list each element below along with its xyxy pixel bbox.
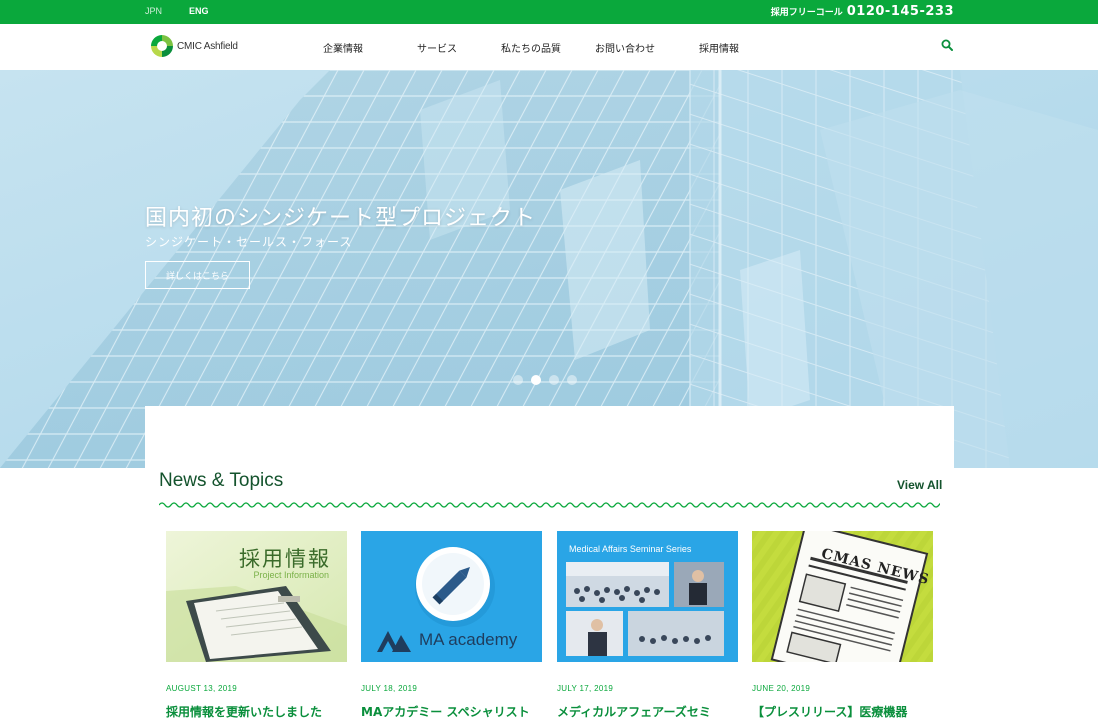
news-title-2[interactable]: MAアカデミー スペシャリスト	[361, 703, 530, 720]
news-date-4: JUNE 20, 2019	[752, 684, 811, 693]
news-heading: News & Topics	[159, 470, 284, 491]
freecall-number[interactable]: 0120-145-233	[847, 4, 954, 19]
news-date-1: AUGUST 13, 2019	[166, 684, 238, 693]
carousel-dot-2[interactable]	[531, 375, 541, 385]
main-navbar: CMIC Ashfield 企業情報 サービス 私たちの品質 お問い合わせ 採用…	[0, 24, 1098, 70]
news-thumb-2[interactable]: MA academy	[361, 531, 542, 662]
thumb3-title: Medical Affairs Seminar Series	[569, 544, 692, 554]
thumb1-title: 採用情報	[239, 547, 331, 571]
nav-item-recruit[interactable]: 採用情報	[699, 40, 739, 55]
news-date-2: JULY 18, 2019	[361, 684, 418, 693]
lang-eng-link[interactable]: ENG	[189, 6, 209, 16]
nav-item-quality[interactable]: 私たちの品質	[501, 40, 561, 55]
news-thumb-1[interactable]: 採用情報 Project Information	[166, 531, 347, 662]
nav-item-company[interactable]: 企業情報	[323, 40, 363, 55]
hero-details-button[interactable]: 詳しくはこちら	[145, 261, 250, 289]
lang-jpn-link[interactable]: JPN	[145, 6, 162, 16]
logo[interactable]: CMIC Ashfield	[151, 35, 238, 57]
hero-title: 国内初のシンジケート型プロジェクト	[145, 206, 537, 231]
news-card-4[interactable]: CMAS NEWS	[752, 531, 933, 662]
carousel-dot-4[interactable]	[567, 375, 577, 385]
logo-text: CMIC Ashfield	[177, 40, 238, 52]
thumb1-subtitle: Project Information	[253, 570, 329, 580]
freecall[interactable]: 採用フリーコール 0120-145-233	[771, 4, 954, 19]
news-title-4[interactable]: 【プレスリリース】医療機器	[752, 703, 907, 720]
search-icon[interactable]	[941, 39, 953, 51]
nav-item-services[interactable]: サービス	[417, 40, 457, 55]
view-all-link[interactable]: View All	[897, 478, 942, 492]
logo-mark-icon	[151, 35, 173, 57]
news-card-3[interactable]: Medical Affairs Seminar Series	[557, 531, 738, 662]
wave-divider	[159, 502, 940, 508]
carousel-dots	[513, 375, 577, 385]
news-title-1[interactable]: 採用情報を更新いたしました	[166, 703, 322, 720]
carousel-dot-1[interactable]	[513, 375, 523, 385]
news-date-3: JULY 17, 2019	[557, 684, 614, 693]
thumb2-title: MA academy	[419, 630, 518, 649]
news-thumb-3[interactable]: Medical Affairs Seminar Series	[557, 531, 738, 662]
nav-item-contact[interactable]: お問い合わせ	[595, 40, 655, 55]
news-card-2[interactable]: MA academy	[361, 531, 542, 662]
news-thumb-4[interactable]: CMAS NEWS	[752, 531, 933, 662]
news-card-1[interactable]: 採用情報 Project Information	[166, 531, 347, 662]
freecall-label: 採用フリーコール	[770, 8, 843, 18]
hero-subtitle: シンジケート・セールス・フォース	[145, 235, 353, 249]
carousel-dot-3[interactable]	[549, 375, 559, 385]
top-bar: JPN ENG 採用フリーコール 0120-145-233	[0, 0, 1098, 24]
news-title-3[interactable]: メディカルアフェアーズセミ	[557, 703, 711, 720]
